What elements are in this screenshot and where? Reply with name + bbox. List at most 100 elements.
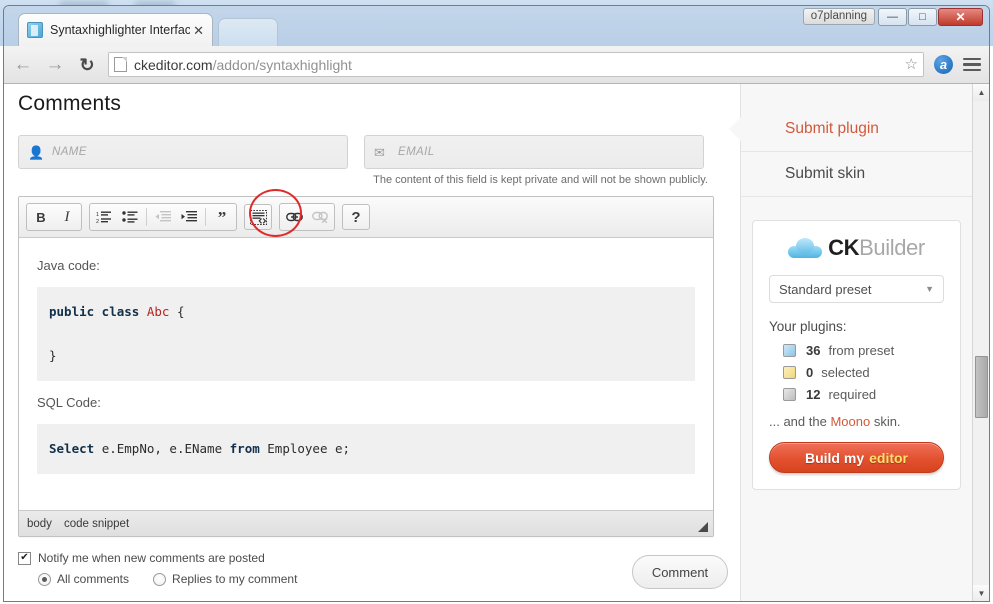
browser-window: Syntaxhighlighter Interfac ✕ o7planning …	[3, 5, 990, 602]
chevron-down-icon: ▼	[925, 284, 934, 294]
plugins-selected-row: 0 selected	[783, 365, 944, 380]
scroll-up-arrow-icon[interactable]: ▲	[973, 84, 989, 101]
link-icon[interactable]	[281, 205, 307, 229]
path-item-code-snippet[interactable]: code snippet	[64, 518, 129, 530]
url-domain: ckeditor.com	[134, 56, 213, 73]
sql-keyword-select: Select	[49, 441, 95, 456]
code-snippet-button[interactable]	[244, 204, 272, 230]
toolbar-group-links	[279, 203, 335, 231]
browser-toolbar: ← → ↻ ckeditor.com/addon/syntaxhighlight…	[4, 46, 989, 84]
sql-code-block[interactable]: Select e.EmpNo, e.EName from Employee e;	[37, 424, 695, 474]
back-arrow-icon[interactable]: ←	[12, 54, 34, 76]
toolbar-separator	[146, 208, 147, 226]
envelope-icon: ✉	[374, 144, 385, 160]
ckeditor: B I 12 ” ? Java code: public class Abc {…	[18, 189, 714, 537]
active-notch-icon	[729, 116, 742, 142]
email-input[interactable]: ✉ EMAIL	[364, 135, 704, 169]
window-controls: — □ ✕	[878, 8, 983, 26]
bulleted-list-icon[interactable]	[117, 205, 143, 229]
java-code-label: Java code:	[37, 258, 100, 273]
reload-icon[interactable]: ↻	[76, 54, 98, 76]
radio-replies-only[interactable]	[153, 572, 167, 586]
email-placeholder: EMAIL	[398, 146, 435, 158]
plugins-required-label: required	[828, 387, 877, 402]
plugins-required-count: 12	[806, 387, 821, 402]
watermark-label: o7planning	[802, 8, 875, 25]
comment-options: ✔ Notify me when new comments are posted…	[18, 551, 728, 589]
scroll-down-arrow-icon[interactable]: ▼	[973, 585, 989, 601]
italic-button[interactable]: I	[54, 205, 80, 229]
extension-icon[interactable]: a	[934, 55, 953, 74]
plugins-preset-label: from preset	[828, 343, 895, 358]
sidebar-item-submit-plugin[interactable]: Submit plugin	[729, 107, 972, 152]
new-tab-button[interactable]	[218, 18, 278, 46]
sidebar-item-label: Submit skin	[785, 165, 866, 182]
tag-icon-blue	[783, 344, 798, 357]
plugins-from-preset-row: 36 from preset	[783, 343, 944, 358]
maximize-button[interactable]: □	[908, 8, 937, 26]
ckbuilder-logo-ck: CK	[828, 235, 860, 260]
name-placeholder: NAME	[52, 146, 87, 158]
radio-replies-label: Replies to my comment	[172, 572, 298, 586]
notify-scope-row: All comments Replies to my comment	[18, 572, 632, 586]
tag-icon-yellow	[783, 366, 798, 379]
skin-name: Moono	[830, 414, 871, 429]
path-item-body[interactable]: body	[27, 518, 52, 530]
bold-button[interactable]: B	[28, 205, 54, 229]
build-my-editor-button[interactable]: Build my editor	[769, 442, 944, 473]
notify-label: Notify me when new comments are posted	[38, 551, 265, 565]
skin-suffix: skin.	[870, 414, 901, 429]
preset-selected-value: Standard preset	[779, 281, 872, 297]
browser-tab-active[interactable]: Syntaxhighlighter Interfac ✕	[18, 13, 213, 46]
skin-prefix: ... and the	[769, 414, 827, 429]
editor-resize-handle[interactable]	[698, 522, 708, 532]
preset-select[interactable]: Standard preset ▼	[769, 275, 944, 303]
plugins-required-row: 12 required	[783, 387, 944, 402]
editor-content-area[interactable]: Java code: public class Abc { } SQL Code…	[19, 238, 713, 510]
page-viewport: Comments 👤 NAME ✉ EMAIL The content of t…	[4, 84, 989, 601]
ckbuilder-card: CKBuilder Standard preset ▼ Your plugins…	[752, 220, 961, 490]
tab-close-icon[interactable]: ✕	[191, 24, 206, 37]
name-input[interactable]: 👤 NAME	[18, 135, 348, 169]
bookmark-star-icon[interactable]: ☆	[905, 57, 918, 72]
chrome-menu-icon[interactable]	[963, 55, 981, 75]
java-open-brace: {	[176, 304, 185, 319]
help-button[interactable]: ?	[342, 204, 370, 230]
close-window-button[interactable]: ✕	[938, 8, 983, 26]
toolbar-separator	[205, 208, 206, 226]
radio-all-comments[interactable]	[38, 572, 51, 586]
scrollbar-thumb[interactable]	[975, 356, 988, 418]
numbered-list-icon[interactable]: 12	[91, 205, 117, 229]
address-bar[interactable]: ckeditor.com/addon/syntaxhighlight ☆	[108, 52, 924, 77]
notify-row[interactable]: ✔ Notify me when new comments are posted	[18, 551, 632, 565]
java-classname: Abc	[146, 304, 170, 319]
build-button-text: Build my	[804, 449, 865, 466]
minimize-button[interactable]: —	[878, 8, 907, 26]
page-scrollbar[interactable]: ▲ ▼	[972, 84, 989, 601]
unlink-icon[interactable]	[307, 205, 333, 229]
url-path: /addon/syntaxhighlight	[212, 56, 352, 73]
radio-all-comments-label: All comments	[57, 572, 130, 586]
sidebar-item-submit-skin[interactable]: Submit skin	[741, 152, 972, 197]
tag-icon-gray	[783, 388, 798, 401]
sql-columns: e.EmpNo, e.EName	[101, 441, 223, 456]
blockquote-icon[interactable]: ”	[209, 205, 235, 229]
java-code-block[interactable]: public class Abc { }	[37, 287, 695, 381]
tab-title: Syntaxhighlighter Interfac	[50, 23, 190, 37]
svg-text:2: 2	[96, 219, 99, 224]
browser-tab-bar: Syntaxhighlighter Interfac ✕ o7planning …	[4, 6, 989, 46]
page-document-icon	[114, 57, 127, 72]
sidebar-item-label: Submit plugin	[785, 120, 879, 137]
editor-element-path: body code snippet	[19, 510, 713, 536]
indent-icon[interactable]	[176, 205, 202, 229]
outdent-icon[interactable]	[150, 205, 176, 229]
skin-line: ... and the Moono skin.	[769, 414, 944, 429]
comment-submit-button[interactable]: Comment	[632, 555, 728, 589]
plugins-selected-label: selected	[821, 365, 870, 380]
notify-checkbox[interactable]: ✔	[18, 551, 31, 565]
right-sidebar: Submit plugin Submit skin CKBuilder Stan…	[729, 84, 972, 601]
sql-table: Employee e;	[267, 441, 351, 456]
build-button-accent: editor	[869, 449, 908, 466]
forward-arrow-icon[interactable]: →	[44, 54, 66, 76]
user-icon: 👤	[28, 144, 45, 160]
